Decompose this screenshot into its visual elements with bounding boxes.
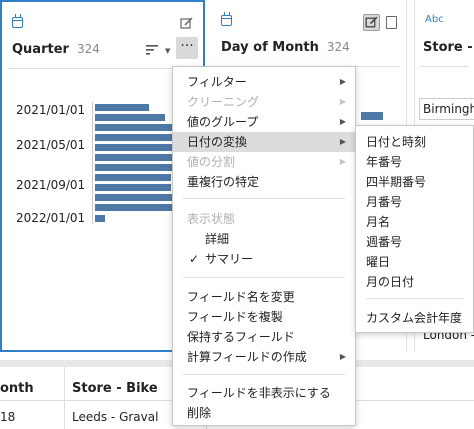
menu-item-label: 重複行の特定 — [187, 175, 260, 189]
quarter-field-name: Quarter — [12, 42, 69, 57]
submenu-arrow-icon: ▶ — [339, 137, 346, 146]
histogram-axis — [92, 102, 93, 224]
menu-item-split-values[interactable]: 値の分割 ▶ — [173, 152, 355, 172]
quarter-field-count: 324 — [76, 42, 100, 56]
histogram-bar[interactable] — [95, 204, 173, 211]
menu-item-label: 値のグループ — [187, 115, 259, 129]
date-conversion-submenu: 日付と時刻 年番号 四半期番号 月番号 月名 週番号 曜日 月の日付 カスタム会… — [355, 125, 474, 333]
submenu-arrow-icon: ▶ — [339, 157, 346, 166]
menu-item-rename-field[interactable]: フィールド名を変更 — [173, 287, 355, 307]
menu-item-label: フィールド名を変更 — [187, 290, 295, 304]
quarter-field-title: Quarter 324 — [12, 42, 100, 57]
histogram-bar[interactable] — [95, 164, 173, 171]
menu-item-delete[interactable]: 削除 — [173, 403, 355, 423]
menu-separator — [183, 277, 345, 278]
histogram-bar[interactable] — [361, 112, 383, 120]
check-icon: ✓ — [189, 252, 200, 266]
menu-item-label: 日付の変換 — [187, 135, 248, 149]
submenu-arrow-icon: ▶ — [339, 97, 346, 106]
menu-item-label: 保持するフィールド — [187, 330, 295, 344]
menu-separator — [183, 374, 345, 375]
submenu-item-custom-fiscal-year[interactable]: カスタム会計年度 — [356, 308, 473, 328]
submenu-item-year-number[interactable]: 年番号 — [356, 152, 473, 172]
column-divider — [64, 367, 65, 429]
menu-item-label: フィールドを複製 — [187, 310, 283, 324]
menu-item-keep-field[interactable]: 保持するフィールド — [173, 327, 355, 347]
menu-item-create-calculated-field[interactable]: 計算フィールドの作成 ▶ — [173, 347, 355, 367]
menu-item-summary[interactable]: ✓ サマリー — [173, 249, 355, 269]
submenu-arrow-icon: ▶ — [339, 352, 346, 361]
sort-icon[interactable] — [145, 43, 161, 57]
day-field-count: 324 — [326, 40, 350, 54]
menu-item-convert-date[interactable]: 日付の変換 ▶ — [173, 132, 355, 152]
edit-button[interactable] — [363, 14, 380, 31]
menu-section-display-state: 表示状態 — [173, 209, 355, 229]
menu-separator — [183, 198, 345, 199]
menu-item-identify-duplicates[interactable]: 重複行の特定 — [173, 172, 355, 192]
menu-item-label: 値の分割 — [187, 155, 236, 169]
menu-item-label: フィールドを非表示にする — [187, 386, 331, 400]
menu-item-label: 計算フィールドの作成 — [187, 350, 307, 364]
menu-item-cleaning[interactable]: クリーニング ▶ — [173, 92, 355, 112]
submenu-item-weekday[interactable]: 曜日 — [356, 252, 473, 272]
submenu-arrow-icon: ▶ — [339, 77, 346, 86]
edit-icon — [365, 16, 378, 28]
submenu-item-month-name[interactable]: 月名 — [356, 212, 473, 232]
histogram-bar[interactable] — [95, 124, 173, 131]
menu-item-detail[interactable]: 詳細 — [173, 229, 355, 249]
axis-tick-label: 2021/09/01 — [16, 178, 86, 192]
string-type-icon: Abc — [425, 14, 444, 25]
submenu-item-datetime[interactable]: 日付と時刻 — [356, 132, 473, 152]
axis-tick-label: 2021/05/01 — [16, 138, 86, 152]
menu-item-label: 削除 — [187, 406, 212, 420]
day-field-title: Day of Month 324 — [221, 40, 350, 55]
histogram-bar[interactable] — [95, 184, 171, 191]
menu-item-label: クリーニング — [187, 95, 260, 109]
table-cell[interactable]: 18 — [0, 410, 15, 424]
calendar-icon — [12, 14, 23, 28]
histogram-bar[interactable] — [95, 114, 165, 121]
menu-item-group-values[interactable]: 値のグループ ▶ — [173, 112, 355, 132]
more-options-button[interactable]: ··· — [176, 37, 198, 59]
card-header-divider — [421, 66, 468, 67]
histogram-bar[interactable] — [95, 194, 173, 201]
store-value-item[interactable]: Birmingh — [423, 102, 474, 116]
submenu-arrow-icon: ▶ — [339, 117, 346, 126]
histogram-bar[interactable] — [95, 154, 173, 161]
axis-tick-label: 2021/01/01 — [16, 103, 86, 117]
submenu-item-month-number[interactable]: 月番号 — [356, 192, 473, 212]
store-field-title: Store - Bi — [423, 40, 474, 55]
menu-section-label: 表示状態 — [187, 212, 236, 226]
submenu-item-week-number[interactable]: 週番号 — [356, 232, 473, 252]
histogram-bar[interactable] — [95, 104, 149, 111]
axis-tick-label: 2022/01/01 — [16, 211, 86, 225]
histogram-bar[interactable] — [95, 215, 105, 222]
table-cell[interactable]: Leeds - Graval — [72, 410, 158, 424]
calendar-icon — [221, 12, 232, 26]
edit-icon[interactable] — [180, 16, 194, 30]
day-field-name: Day of Month — [221, 40, 319, 55]
export-icon[interactable] — [386, 16, 397, 29]
menu-separator — [366, 298, 463, 299]
sort-caret-icon[interactable]: ▼ — [165, 47, 170, 55]
histogram-bar[interactable] — [95, 144, 173, 151]
column-header[interactable]: Store - Bike — [72, 381, 158, 396]
card-header-divider — [8, 68, 197, 69]
field-context-menu: フィルター ▶ クリーニング ▶ 値のグループ ▶ 日付の変換 ▶ 値の分割 ▶… — [172, 66, 356, 426]
submenu-item-day-of-month[interactable]: 月の日付 — [356, 272, 473, 292]
submenu-item-quarter-number[interactable]: 四半期番号 — [356, 172, 473, 192]
histogram-bar[interactable] — [95, 134, 173, 141]
column-header[interactable]: onth — [0, 381, 34, 396]
menu-item-label: フィルター — [187, 75, 247, 89]
menu-item-label: 詳細 — [205, 232, 230, 246]
menu-item-hide-field[interactable]: フィールドを非表示にする — [173, 383, 355, 403]
menu-item-filter[interactable]: フィルター ▶ — [173, 72, 355, 92]
menu-item-label: サマリー — [205, 252, 254, 266]
histogram-bar[interactable] — [95, 174, 171, 181]
menu-item-duplicate-field[interactable]: フィールドを複製 — [173, 307, 355, 327]
